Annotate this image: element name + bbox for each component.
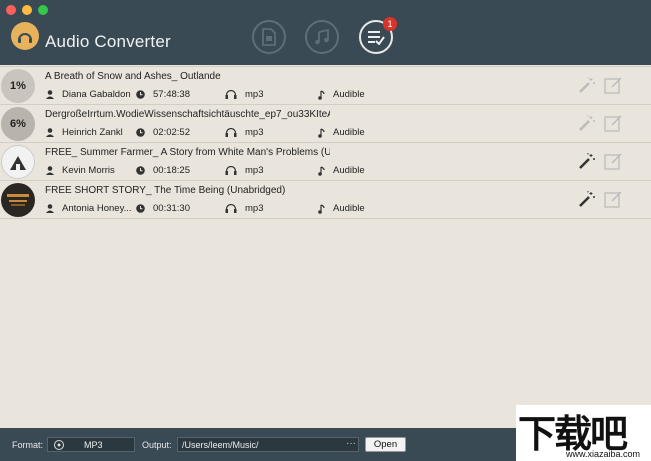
magic-wand-button[interactable] (576, 189, 598, 209)
music-note-icon (318, 89, 325, 100)
minimize-window-button[interactable] (22, 5, 32, 15)
music-note-icon (318, 203, 325, 214)
item-type: Audible (333, 165, 365, 176)
title-bar: Audio Converter 1 (0, 0, 651, 65)
person-icon (46, 90, 54, 99)
watermark-url: www.xiazaiba.com (566, 449, 641, 459)
checklist-icon (368, 31, 385, 45)
item-format: mp3 (245, 127, 264, 138)
item-format: mp3 (245, 203, 264, 214)
item-author: Heinrich Zankl (62, 127, 123, 138)
headphones-icon (225, 128, 237, 137)
clock-icon (136, 90, 145, 99)
magic-wand-icon (579, 77, 595, 93)
format-select[interactable]: MP3 (47, 437, 135, 452)
edit-icon (604, 153, 622, 170)
open-button[interactable]: Open (365, 437, 406, 452)
cover-thumbnail (1, 145, 35, 179)
item-title: A Breath of Snow and Ashes_ Outlande (45, 71, 221, 82)
cover-art-icon (10, 156, 26, 170)
browse-button[interactable]: ··· (346, 438, 356, 449)
list-item[interactable]: 6% DergroßeIrrtum.WodieWissenschaftsicht… (0, 105, 651, 143)
item-title: FREE_ Summer Farmer_ A Story from White … (45, 147, 330, 158)
task-list-button[interactable]: 1 (359, 17, 397, 54)
headphones-icon (225, 204, 237, 213)
convert-file-button[interactable] (252, 20, 286, 54)
edit-button[interactable] (603, 113, 625, 133)
music-note-icon (318, 165, 325, 176)
music-button[interactable] (305, 20, 339, 54)
item-author: Diana Gabaldon (62, 89, 131, 100)
item-title: FREE SHORT STORY_ The Time Being (Unabri… (45, 185, 286, 196)
maximize-window-button[interactable] (38, 5, 48, 15)
format-label: Format: (12, 440, 44, 450)
item-type: Audible (333, 89, 365, 100)
progress-label: 1% (10, 80, 26, 92)
magic-wand-icon (579, 153, 595, 169)
cover-thumbnail (1, 183, 35, 217)
close-window-button[interactable] (6, 5, 16, 15)
audio-format-icon (53, 440, 65, 452)
item-duration: 00:18:25 (153, 165, 190, 176)
output-path-value: /Users/leem/Music/ (182, 440, 259, 450)
magic-wand-button[interactable] (576, 113, 598, 133)
list-item[interactable]: FREE_ Summer Farmer_ A Story from White … (0, 143, 651, 181)
clock-icon (136, 166, 145, 175)
item-duration: 57:48:38 (153, 89, 190, 100)
edit-button[interactable] (603, 189, 625, 209)
item-duration: 00:31:30 (153, 203, 190, 214)
cover-thumbnail: 6% (1, 107, 35, 141)
magic-wand-button[interactable] (576, 151, 598, 171)
edit-icon (604, 77, 622, 94)
window-controls (6, 5, 48, 15)
item-format: mp3 (245, 165, 264, 176)
item-duration: 02:02:52 (153, 127, 190, 138)
item-format: mp3 (245, 89, 264, 100)
headphones-icon (225, 90, 237, 99)
item-author: Kevin Morris (62, 165, 115, 176)
person-icon (46, 204, 54, 213)
list-item[interactable]: 1% A Breath of Snow and Ashes_ Outlande … (0, 66, 651, 105)
music-note-icon (318, 127, 325, 138)
item-type: Audible (333, 127, 365, 138)
item-type: Audible (333, 203, 365, 214)
cover-art-icon (7, 194, 29, 206)
output-path-field[interactable]: /Users/leem/Music/ ··· (177, 437, 359, 452)
magic-wand-icon (579, 191, 595, 207)
edit-button[interactable] (603, 75, 625, 95)
edit-icon (604, 191, 622, 208)
magic-wand-icon (579, 115, 595, 131)
headphones-icon (225, 166, 237, 175)
clock-icon (136, 128, 145, 137)
watermark-logo: 下载吧 www.xiazaiba.com (516, 405, 651, 461)
item-author: Antonia Honey... (62, 203, 132, 214)
music-note-icon (315, 29, 329, 45)
audio-list: 1% A Breath of Snow and Ashes_ Outlande … (0, 66, 651, 219)
task-count-badge: 1 (383, 17, 397, 31)
item-title: DergroßeIrrtum.WodieWissenschaftsichtäus… (45, 109, 330, 120)
app-logo-icon (11, 22, 39, 50)
format-value: MP3 (84, 440, 103, 450)
edit-icon (604, 115, 622, 132)
magic-wand-button[interactable] (576, 75, 598, 95)
list-item[interactable]: FREE SHORT STORY_ The Time Being (Unabri… (0, 181, 651, 219)
edit-button[interactable] (603, 151, 625, 171)
person-icon (46, 166, 54, 175)
progress-label: 6% (10, 118, 26, 130)
document-icon (262, 28, 276, 46)
person-icon (46, 128, 54, 137)
app-title: Audio Converter (45, 32, 171, 51)
output-label: Output: (142, 440, 172, 450)
clock-icon (136, 204, 145, 213)
cover-thumbnail: 1% (1, 69, 35, 103)
